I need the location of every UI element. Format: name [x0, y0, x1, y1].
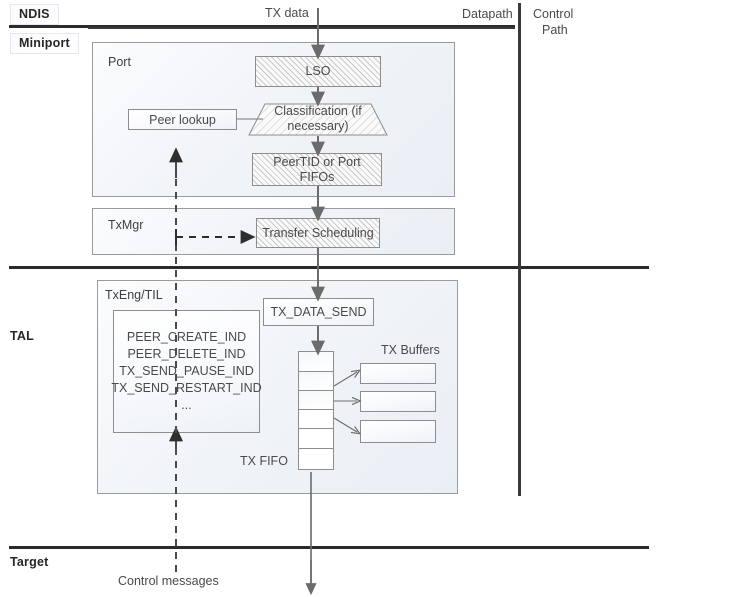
header-control-path-line1: Control: [533, 7, 574, 21]
tx-fifo-label: TX FIFO: [240, 454, 288, 468]
lane-label-ndis: NDIS: [10, 4, 59, 25]
transfer-scheduling-label: Transfer Scheduling: [262, 225, 374, 240]
header-control-path-line2: Path: [542, 23, 568, 37]
classification-box[interactable]: Classification (if necessary): [248, 103, 388, 136]
divider-miniport-tal: [9, 266, 649, 269]
lane-label-target: Target: [10, 555, 49, 569]
tx-data-send-box[interactable]: TX_DATA_SEND: [263, 298, 374, 326]
indications-label: PEER_CREATE_IND PEER_DELETE_IND TX_SEND_…: [111, 330, 262, 412]
lane-label-miniport: Miniport: [10, 33, 79, 54]
divider-tal-target: [9, 546, 649, 549]
lane-label-tal: TAL: [10, 329, 34, 343]
divider-datapath-controlpath: [518, 3, 521, 496]
fifo-cell[interactable]: [298, 390, 334, 410]
diagram-canvas: NDIS Miniport TAL Target Datapath Contro…: [0, 0, 735, 597]
transfer-scheduling-box[interactable]: Transfer Scheduling: [256, 218, 380, 248]
port-container-title: Port: [108, 55, 131, 69]
fifo-cell[interactable]: [298, 351, 334, 372]
peertid-port-fifos-label: PeerTID or Port FIFOs: [273, 154, 361, 184]
tx-buffer-box[interactable]: [360, 420, 436, 443]
lso-box[interactable]: LSO: [255, 56, 381, 87]
classification-label: Classification (if necessary): [274, 104, 362, 133]
tx-buffers-label: TX Buffers: [381, 343, 440, 357]
fifo-cell[interactable]: [298, 371, 334, 391]
fifo-cell[interactable]: [298, 409, 334, 429]
txmgr-container-title: TxMgr: [108, 218, 144, 232]
peer-lookup-label: Peer lookup: [149, 112, 216, 127]
peer-lookup-box[interactable]: Peer lookup: [128, 109, 237, 130]
control-messages-label: Control messages: [118, 574, 219, 588]
header-datapath-label: Datapath: [462, 7, 513, 21]
txeng-til-container-title: TxEng/TIL: [105, 288, 163, 302]
tx-data-label: TX data: [265, 6, 309, 20]
classification-label-wrap: Classification (if necessary): [248, 104, 388, 135]
tx-fifo-column: [298, 351, 334, 472]
fifo-cell[interactable]: [298, 448, 334, 470]
tx-buffer-box[interactable]: [360, 363, 436, 384]
tx-data-send-label: TX_DATA_SEND: [270, 305, 367, 319]
tx-buffer-box[interactable]: [360, 391, 436, 412]
fifo-cell[interactable]: [298, 428, 334, 449]
peertid-port-fifos-box[interactable]: PeerTID or Port FIFOs: [252, 153, 382, 186]
lso-label: LSO: [305, 64, 331, 78]
divider-ndis-miniport-tail: [88, 27, 515, 29]
indications-box[interactable]: PEER_CREATE_IND PEER_DELETE_IND TX_SEND_…: [111, 310, 262, 433]
